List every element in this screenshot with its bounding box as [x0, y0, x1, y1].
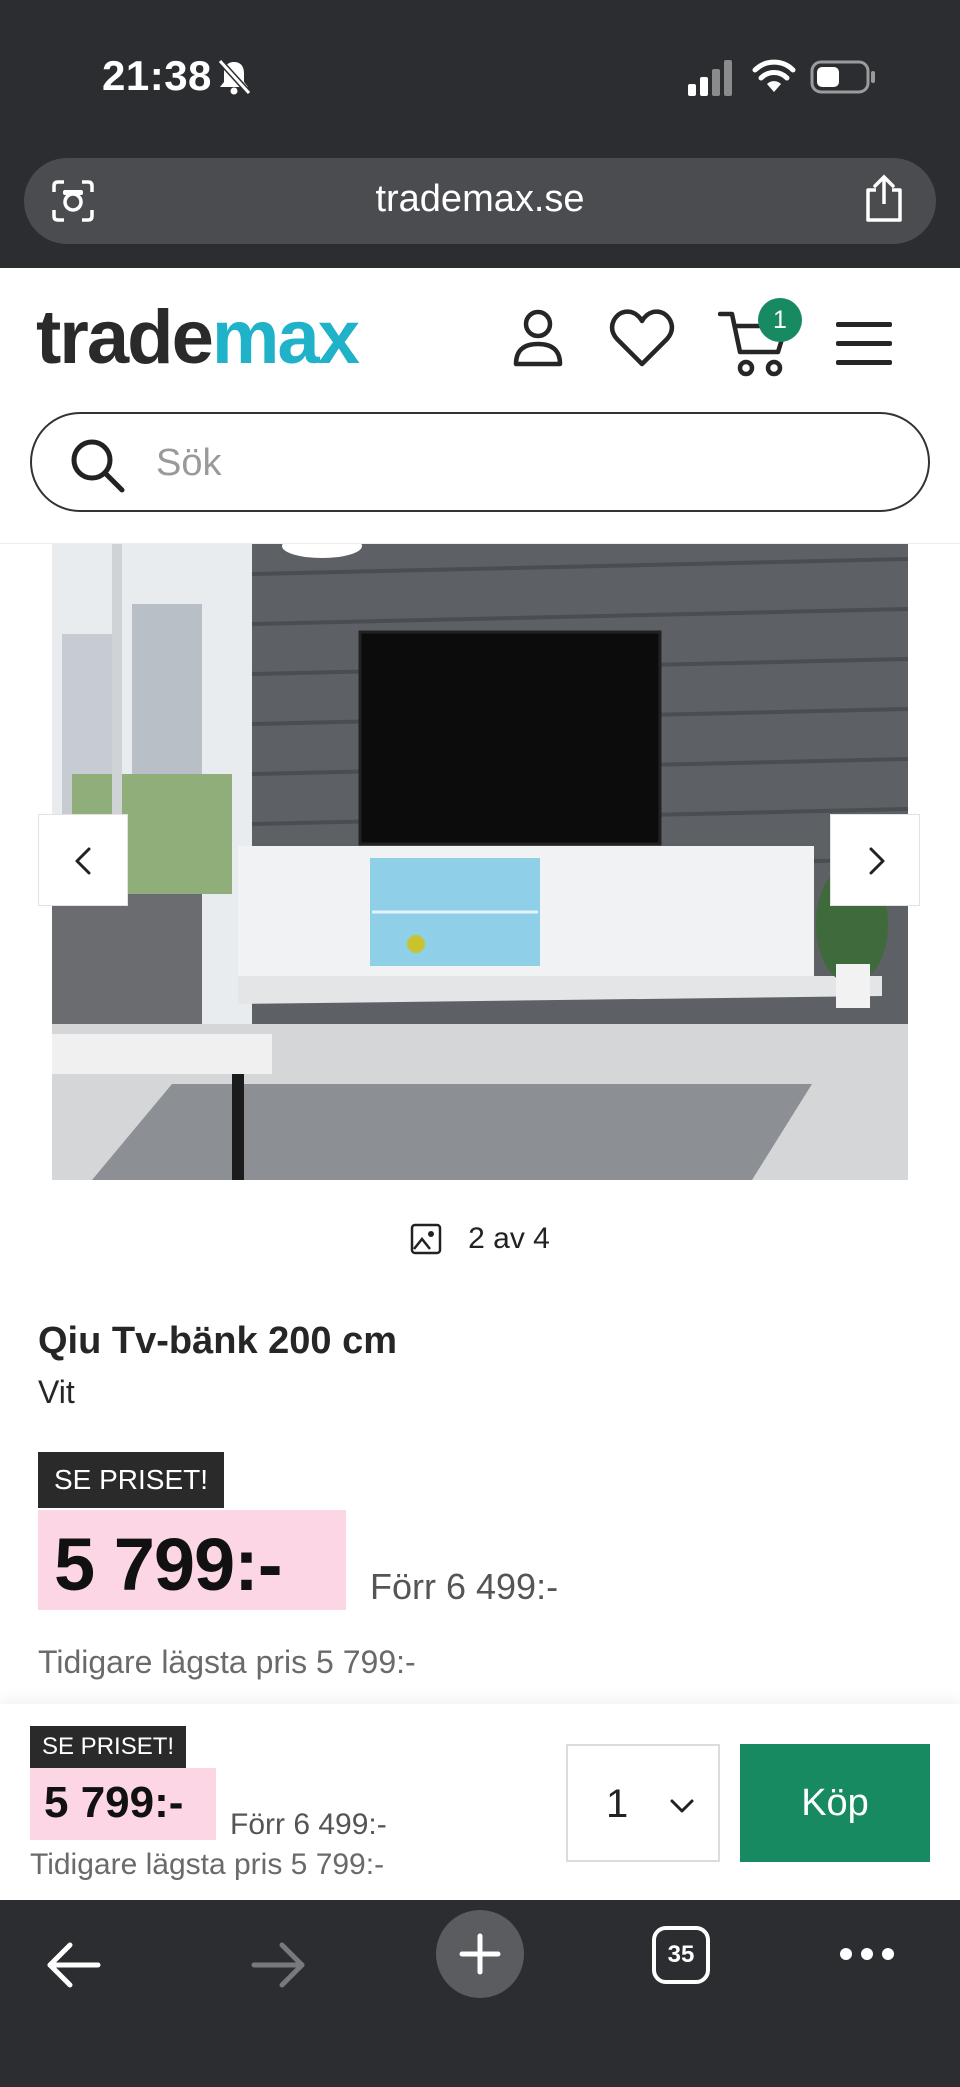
- new-tab-button[interactable]: [436, 1910, 524, 1998]
- more-icon[interactable]: [838, 1946, 896, 1962]
- back-arrow-icon[interactable]: [44, 1940, 104, 1990]
- chevron-left-icon: [75, 847, 91, 875]
- share-icon[interactable]: [862, 174, 906, 224]
- promo-tag-small: SE PRISET!: [30, 1726, 187, 1768]
- browser-chrome-top: 21:38 trademax.se: [0, 0, 960, 268]
- product-photo[interactable]: [52, 544, 908, 1180]
- image-icon: [410, 1223, 442, 1255]
- product-price: 5 799:-: [54, 1523, 282, 1606]
- logo-text-trade: trade: [36, 295, 214, 380]
- tabs-icon[interactable]: 35: [652, 1926, 710, 1984]
- product-variant: Vit: [38, 1374, 75, 1410]
- trademax-logo[interactable]: trademax: [36, 295, 360, 380]
- search-bar[interactable]: [30, 412, 930, 512]
- was-price: Förr 6 499:-: [370, 1566, 559, 1607]
- battery-icon: [810, 60, 875, 94]
- status-time: 21:38: [102, 52, 212, 99]
- image-counter[interactable]: 2 av 4: [0, 1222, 960, 1256]
- bell-slash-icon: [217, 58, 252, 96]
- price-box-small: 5 799:-: [30, 1768, 216, 1840]
- search-input[interactable]: [156, 436, 856, 490]
- wifi-icon: [752, 59, 796, 92]
- chevron-down-icon: [670, 1799, 694, 1813]
- url-text[interactable]: trademax.se: [24, 178, 936, 221]
- logo-text-max: max: [211, 295, 360, 380]
- sticky-buy-bar: SE PRISET! 5 799:- Förr 6 499:- Tidigare…: [0, 1704, 960, 1900]
- sticky-was-price: Förr 6 499:-: [230, 1808, 387, 1841]
- product-title: Qiu Tv-bänk 200 cm: [38, 1320, 398, 1362]
- menu-icon[interactable]: [834, 318, 894, 370]
- quantity-select[interactable]: 1: [566, 1744, 720, 1862]
- browser-toolbar-bottom: 35: [0, 1900, 960, 2087]
- image-counter-text: 2 av 4: [468, 1222, 550, 1255]
- carousel-next-button[interactable]: [830, 814, 920, 906]
- cart-count-badge[interactable]: 1: [758, 298, 802, 342]
- lowest-price-note: Tidigare lägsta pris 5 799:-: [38, 1644, 416, 1680]
- sticky-price: 5 799:-: [44, 1778, 184, 1827]
- heart-icon[interactable]: [608, 306, 676, 370]
- site-header: trademax 1: [0, 268, 960, 544]
- address-bar[interactable]: trademax.se: [24, 158, 936, 244]
- buy-button[interactable]: Köp: [740, 1744, 930, 1862]
- plus-icon: [459, 1933, 501, 1975]
- search-icon[interactable]: [68, 436, 126, 494]
- price-box: 5 799:-: [38, 1510, 346, 1610]
- chevron-right-icon: [869, 847, 885, 875]
- user-icon[interactable]: [508, 306, 568, 370]
- sticky-lowest-price: Tidigare lägsta pris 5 799:-: [30, 1848, 385, 1881]
- forward-arrow-icon[interactable]: [248, 1940, 308, 1990]
- quantity-value: 1: [606, 1782, 629, 1826]
- promo-tag: SE PRISET!: [38, 1452, 225, 1508]
- carousel-prev-button[interactable]: [38, 814, 128, 906]
- signal-icon: [688, 60, 732, 96]
- product-image-carousel[interactable]: [0, 544, 960, 1184]
